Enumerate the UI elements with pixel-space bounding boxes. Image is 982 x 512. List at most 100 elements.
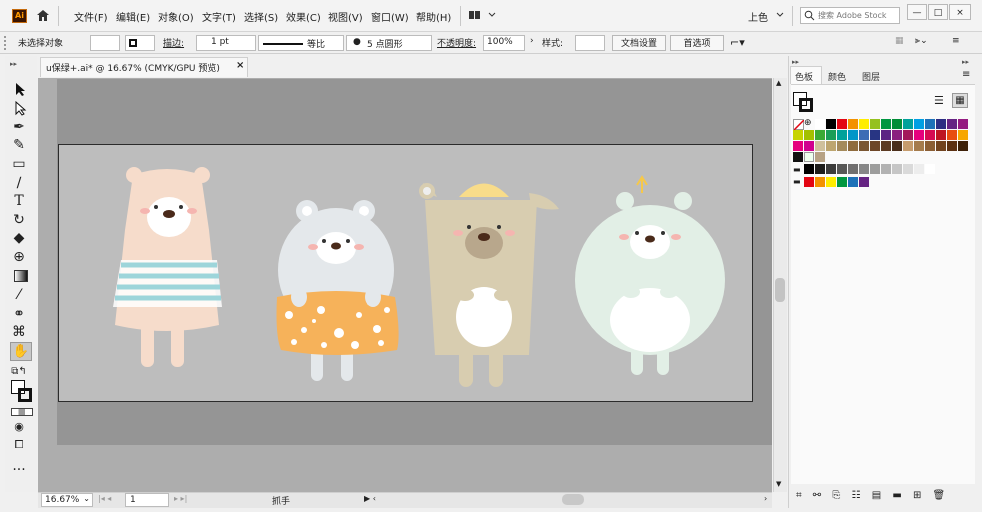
row2-swatch-3[interactable] [826, 130, 836, 140]
home-icon[interactable] [36, 9, 50, 22]
opacity-field[interactable]: 100% [483, 35, 525, 51]
pen-tool-icon[interactable]: ✒ [10, 119, 28, 136]
menu-effect[interactable]: 效果(C) [286, 9, 321, 24]
symbol-sprayer-tool-icon[interactable]: ⌘ [10, 324, 28, 341]
close-window-button[interactable]: × [949, 4, 971, 20]
pattern-swatch-2[interactable] [815, 152, 825, 162]
vertical-scroll-thumb[interactable] [775, 278, 785, 302]
tab-layers[interactable]: 图层 [862, 70, 880, 83]
menu-help[interactable]: 帮助(H) [416, 9, 451, 24]
row3-swatch-2[interactable] [815, 141, 825, 151]
rotate-tool-icon[interactable]: ↻ [10, 212, 28, 229]
grid-view-icon[interactable]: ▦ [952, 93, 968, 108]
gradient-tool-icon[interactable] [14, 270, 28, 282]
gray-swatch-7[interactable] [881, 164, 891, 174]
selection-tool-icon[interactable] [14, 82, 28, 97]
arrange-icon[interactable]: ⌐▾ [730, 36, 745, 49]
tab-color[interactable]: 颜色 [828, 70, 846, 83]
horizontal-scroll-thumb[interactable] [562, 494, 584, 505]
row2-swatch-7[interactable] [870, 130, 880, 140]
bright-swatch-1[interactable] [815, 177, 825, 187]
gray-swatch-9[interactable] [903, 164, 913, 174]
row1-swatch-2[interactable] [837, 119, 847, 129]
menu-file[interactable]: 文件(F) [74, 9, 108, 24]
row1-swatch-0[interactable] [815, 119, 825, 129]
grip-handle[interactable] [4, 36, 6, 50]
preferences-button[interactable]: 首选项 [670, 35, 724, 51]
bright-swatch-3[interactable] [837, 177, 847, 187]
opacity-arrow[interactable]: › [530, 36, 534, 46]
blend-tool-icon[interactable]: ⚭ [10, 306, 28, 323]
row2-swatch-9[interactable] [892, 130, 902, 140]
row2-swatch-5[interactable] [848, 130, 858, 140]
variable-width-profile[interactable]: 等比 [258, 35, 344, 51]
registration-swatch[interactable]: ⊕ [804, 118, 812, 128]
swatch-folder-icon[interactable] [793, 152, 803, 162]
workspace-switcher[interactable]: 上色 [748, 9, 768, 24]
type-tool-icon[interactable]: T [10, 193, 28, 210]
row3-swatch-15[interactable] [958, 141, 968, 151]
curvature-tool-icon[interactable]: ✎ [10, 137, 28, 154]
maximize-button[interactable]: □ [928, 4, 948, 20]
hand-tool-button[interactable]: ✋ [10, 342, 32, 361]
row3-swatch-3[interactable] [826, 141, 836, 151]
row1-swatch-4[interactable] [859, 119, 869, 129]
panel-options-icon[interactable]: ≡ [962, 69, 970, 80]
pattern-swatch[interactable] [804, 152, 814, 162]
paintbrush-tool-icon[interactable]: ∕ [10, 175, 28, 192]
artboard[interactable] [58, 144, 753, 402]
gray-swatch-6[interactable] [870, 164, 880, 174]
row3-swatch-9[interactable] [892, 141, 902, 151]
draw-mode-icon[interactable]: ◉ [10, 418, 28, 435]
graphic-style-dropdown[interactable] [575, 35, 605, 51]
row3-swatch-1[interactable] [804, 141, 814, 151]
none-swatch[interactable] [793, 119, 805, 131]
color-mode-icons[interactable] [11, 408, 33, 416]
document-setup-button[interactable]: 文档设置 [612, 35, 666, 51]
bright-swatch-0[interactable] [804, 177, 814, 187]
tab-swatches[interactable]: 色板 [795, 70, 813, 83]
row3-swatch-5[interactable] [848, 141, 858, 151]
row1-swatch-7[interactable] [892, 119, 902, 129]
align-icon[interactable]: ⫸⌄ [915, 36, 928, 46]
row3-swatch-13[interactable] [936, 141, 946, 151]
transform-icon[interactable]: ▦ [895, 36, 904, 46]
artboard-number-field[interactable]: 1 [125, 493, 169, 507]
row2-swatch-12[interactable] [925, 130, 935, 140]
row3-swatch-14[interactable] [947, 141, 957, 151]
more-tools-icon[interactable]: ··· [10, 462, 28, 479]
gray-swatch-4[interactable] [848, 164, 858, 174]
gray-swatch-10[interactable] [914, 164, 924, 174]
row1-swatch-5[interactable] [870, 119, 880, 129]
row2-swatch-15[interactable] [958, 130, 968, 140]
arrange-documents-icon[interactable] [469, 10, 499, 20]
row3-swatch-4[interactable] [837, 141, 847, 151]
brush-definition[interactable]: ● 5 点圆形 [346, 35, 432, 51]
stroke-weight-field[interactable]: 1 pt [196, 35, 256, 51]
gray-swatch-0[interactable] [804, 164, 814, 174]
gray-swatch-2[interactable] [826, 164, 836, 174]
gray-group-folder[interactable]: ▬ [793, 165, 801, 174]
menu-edit[interactable]: 编辑(E) [116, 9, 150, 24]
eraser-tool-icon[interactable]: ◆ [10, 230, 28, 247]
scroll-right-arrow[interactable]: › [764, 494, 767, 503]
row2-swatch-4[interactable] [837, 130, 847, 140]
rectangle-tool-icon[interactable]: ▭ [10, 156, 28, 173]
panel-stroke-swatch[interactable] [799, 98, 813, 112]
row1-swatch-9[interactable] [914, 119, 924, 129]
zoom-field[interactable]: 16.67% ⌄ [41, 493, 93, 507]
menu-type[interactable]: 文字(T) [202, 9, 236, 24]
panel-footer-icons[interactable]: ⌗ ⚯ ⎘ ☷ ▤ ▬ ⊞ 🗑 [796, 490, 949, 501]
row1-swatch-3[interactable] [848, 119, 858, 129]
bright-swatch-4[interactable] [848, 177, 858, 187]
row1-swatch-10[interactable] [925, 119, 935, 129]
row2-swatch-11[interactable] [914, 130, 924, 140]
shape-builder-tool-icon[interactable]: ⊕ [10, 249, 28, 266]
first-prev-artboard[interactable]: |◂ ◂ [98, 494, 111, 503]
row2-swatch-1[interactable] [804, 130, 814, 140]
gray-swatch-8[interactable] [892, 164, 902, 174]
panel-menu-icon[interactable]: ≡ [952, 36, 960, 46]
row3-swatch-12[interactable] [925, 141, 935, 151]
row3-swatch-11[interactable] [914, 141, 924, 151]
row2-swatch-13[interactable] [936, 130, 946, 140]
